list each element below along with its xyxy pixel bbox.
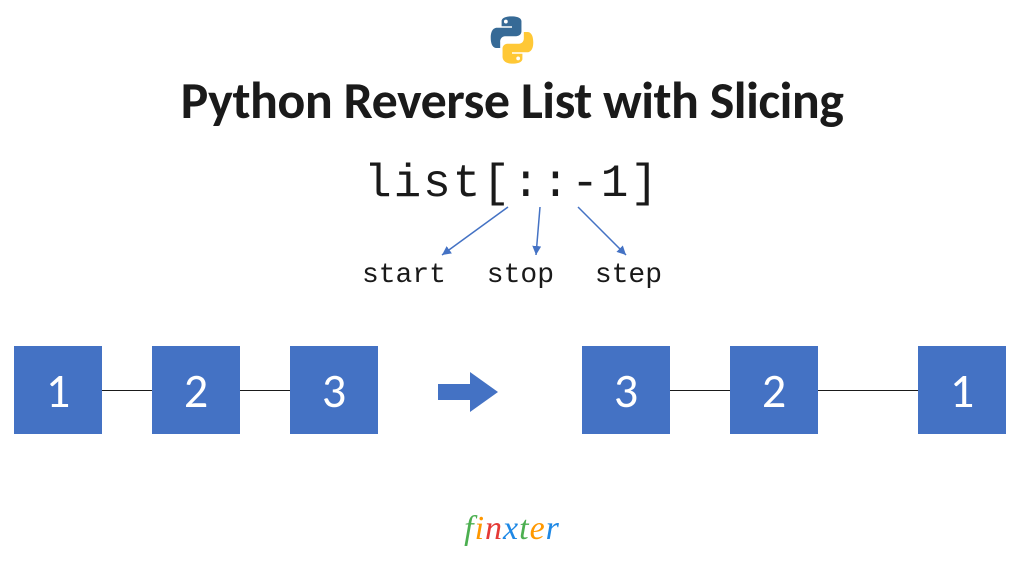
- brand-letter: x: [503, 510, 519, 548]
- link-line: [240, 390, 290, 391]
- brand-letter: n: [485, 510, 503, 548]
- brand-letter: e: [530, 510, 546, 548]
- code-expression: list[::-1]: [0, 158, 1024, 210]
- list-diagram: 1 2 3 3 2 1: [0, 340, 1024, 440]
- link-line: [670, 390, 730, 391]
- label-start: start: [362, 260, 446, 291]
- link-line: [818, 390, 918, 391]
- label-step: step: [595, 260, 662, 291]
- transform-arrow-icon: [438, 372, 498, 412]
- python-logo-icon: [486, 14, 538, 66]
- page-title: Python Reverse List with Slicing: [0, 68, 1024, 132]
- brand-letter: i: [475, 510, 485, 548]
- original-node-3: 3: [290, 346, 378, 434]
- brand-letter: f: [464, 510, 474, 548]
- annotation-arrows: [0, 205, 1024, 265]
- reversed-node-2: 2: [730, 346, 818, 434]
- brand-logo: finxter: [0, 510, 1024, 548]
- original-node-2: 2: [152, 346, 240, 434]
- label-stop: stop: [487, 260, 554, 291]
- link-line: [102, 390, 152, 391]
- slice-labels-row: start stop step: [0, 260, 1024, 291]
- reversed-node-3: 1: [918, 346, 1006, 434]
- brand-letter: r: [546, 510, 560, 548]
- original-node-1: 1: [14, 346, 102, 434]
- brand-letter: t: [519, 510, 529, 548]
- reversed-node-1: 3: [582, 346, 670, 434]
